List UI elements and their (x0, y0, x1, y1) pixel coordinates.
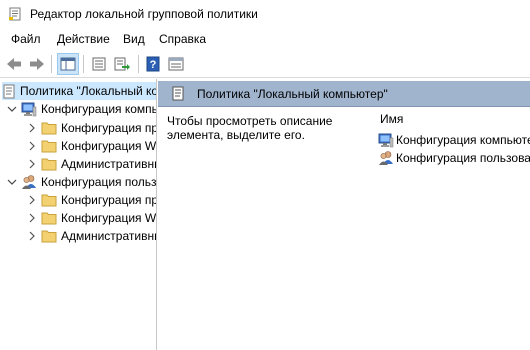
chevron-right-icon[interactable] (27, 123, 37, 133)
tree-item-label: Административные шаблоны (61, 229, 156, 243)
svg-text:?: ? (150, 59, 157, 71)
folder-icon (41, 138, 57, 154)
tree-item-label: Административные шаблоны (61, 157, 156, 171)
window-title: Редактор локальной групповой политики (30, 7, 258, 21)
tree-item-user-config[interactable]: Конфигурация пользователя (7, 173, 157, 191)
tree-item-user-software[interactable]: Конфигурация программ (27, 191, 157, 209)
folder-icon (41, 228, 57, 244)
chevron-right-icon[interactable] (27, 231, 37, 241)
tree-item-label: Конфигурация Windows (61, 139, 157, 153)
chevron-down-icon[interactable] (7, 104, 17, 114)
tree-item-user-admin-templates[interactable]: Административные шаблоны (27, 227, 156, 245)
tree-item-label: Конфигурация программ (61, 121, 157, 135)
folder-icon (41, 120, 57, 136)
tree-item-label: Политика "Локальный компьютер" (20, 84, 157, 98)
description-text: Чтобы просмотреть описание элемента, выд… (167, 114, 333, 142)
list-item-label: Конфигурация компьютера (396, 133, 530, 147)
show-tree-icon[interactable] (57, 53, 79, 75)
chevron-down-icon[interactable] (7, 177, 17, 187)
tree-item-label: Конфигурация компьютера (41, 102, 157, 116)
tree-item-label: Конфигурация пользователя (41, 175, 157, 189)
tree-item-computer-windows[interactable]: Конфигурация Windows (27, 137, 157, 155)
chevron-right-icon[interactable] (27, 159, 37, 169)
forward-icon[interactable] (26, 53, 48, 75)
chevron-right-icon[interactable] (27, 195, 37, 205)
list-item-label: Конфигурация пользователя (396, 151, 530, 165)
back-icon[interactable] (3, 53, 25, 75)
app-policy-icon (8, 7, 22, 21)
properties-icon[interactable] (88, 53, 110, 75)
menu-action[interactable]: Действие (57, 32, 110, 46)
toolbar: ? (0, 50, 530, 78)
menu-help[interactable]: Справка (159, 32, 206, 46)
list-item-user-config[interactable]: Конфигурация пользователя (378, 150, 530, 166)
menu-file[interactable]: Файл (11, 32, 41, 46)
tree-pane[interactable]: Политика "Локальный компьютер" Конфигура… (0, 79, 157, 350)
users-icon (378, 150, 394, 166)
toolbar-separator (138, 55, 139, 73)
policy-document-icon (2, 83, 16, 99)
help-icon[interactable]: ? (142, 53, 164, 75)
details-pane[interactable]: Политика "Локальный компьютер" Чтобы про… (158, 79, 530, 350)
tree-item-computer-software[interactable]: Конфигурация программ (27, 119, 157, 137)
tree-item-computer-admin-templates[interactable]: Административные шаблоны (27, 155, 156, 173)
tree-item-root[interactable]: Политика "Локальный компьютер" (2, 82, 157, 100)
title-bar: Редактор локальной групповой политики (0, 0, 530, 28)
tree-item-user-windows[interactable]: Конфигурация Windows (27, 209, 157, 227)
export-list-icon[interactable] (111, 53, 133, 75)
menu-view[interactable]: Вид (123, 32, 145, 46)
users-icon (21, 174, 37, 190)
tree-item-label: Конфигурация программ (61, 193, 157, 207)
tree-item-label: Конфигурация Windows (61, 211, 157, 225)
toolbar-separator (83, 55, 84, 73)
list-item-computer-config[interactable]: Конфигурация компьютера (378, 132, 530, 148)
details-header-title: Политика "Локальный компьютер" (197, 87, 388, 101)
toolbar-separator (51, 55, 52, 73)
chevron-right-icon[interactable] (27, 141, 37, 151)
computer-icon (21, 101, 37, 117)
chevron-right-icon[interactable] (27, 213, 37, 223)
tree-item-computer-config[interactable]: Конфигурация компьютера (7, 100, 157, 118)
computer-icon (378, 132, 394, 148)
policy-document-icon (171, 86, 187, 102)
folder-icon (41, 156, 57, 172)
menu-bar: Файл Действие Вид Справка (0, 28, 530, 50)
column-header-name[interactable]: Имя (380, 112, 403, 126)
extended-view-icon[interactable] (165, 53, 187, 75)
details-header: Политика "Локальный компьютер" (158, 81, 530, 107)
folder-icon (41, 210, 57, 226)
folder-icon (41, 192, 57, 208)
